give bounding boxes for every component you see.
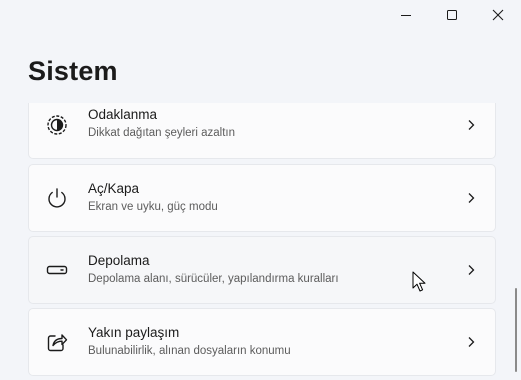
settings-item-subtitle: Bulunabilirlik, alınan dosyaların konumu	[88, 345, 291, 357]
chevron-right-icon	[468, 193, 475, 203]
settings-item-texts: Depolama Depolama alanı, sürücüler, yapı…	[88, 252, 339, 287]
settings-list: Odaklanma Dikkat dağıtan şeyleri azaltın…	[0, 103, 521, 380]
power-icon	[48, 188, 66, 208]
minimize-button[interactable]	[383, 0, 429, 30]
storage-icon	[46, 265, 68, 275]
scrollbar[interactable]	[515, 288, 517, 372]
focus-icon	[47, 115, 67, 135]
settings-item-title: Yakın paylaşım	[88, 325, 180, 340]
share-icon	[47, 334, 68, 352]
close-button[interactable]	[475, 0, 521, 30]
page-title: Sistem	[28, 56, 118, 86]
chevron-right-icon	[468, 265, 475, 275]
settings-item-subtitle: Dikkat dağıtan şeyleri azaltın	[88, 127, 236, 139]
maximize-button[interactable]	[429, 0, 475, 30]
caption-buttons	[383, 0, 521, 30]
settings-item-title: Aç/Kapa	[88, 181, 140, 196]
settings-item-power[interactable]: Aç/Kapa Ekran ve uyku, güç modu	[28, 164, 496, 232]
chevron-right-icon	[468, 337, 475, 347]
minimize-icon	[401, 15, 411, 16]
settings-item-subtitle: Ekran ve uyku, güç modu	[88, 201, 218, 213]
settings-item-subtitle: Depolama alanı, sürücüler, yapılandırma …	[88, 273, 339, 285]
mouse-cursor-icon	[412, 271, 426, 292]
settings-item-texts: Yakın paylaşım Bulunabilirlik, alınan do…	[88, 324, 291, 359]
chevron-right-icon	[468, 120, 475, 130]
settings-item-storage[interactable]: Depolama Depolama alanı, sürücüler, yapı…	[28, 236, 496, 304]
maximize-icon	[447, 10, 457, 20]
settings-item-nearby-sharing[interactable]: Yakın paylaşım Bulunabilirlik, alınan do…	[28, 308, 496, 376]
close-icon	[492, 9, 504, 21]
settings-item-title: Depolama	[88, 253, 150, 268]
settings-item-focus[interactable]: Odaklanma Dikkat dağıtan şeyleri azaltın	[28, 103, 496, 159]
settings-item-texts: Odaklanma Dikkat dağıtan şeyleri azaltın	[88, 106, 235, 141]
settings-window: Sistem Odaklanma Dikkat dağıtan şeyleri …	[0, 0, 521, 380]
settings-item-texts: Aç/Kapa Ekran ve uyku, güç modu	[88, 180, 218, 215]
settings-item-title: Odaklanma	[88, 107, 158, 122]
